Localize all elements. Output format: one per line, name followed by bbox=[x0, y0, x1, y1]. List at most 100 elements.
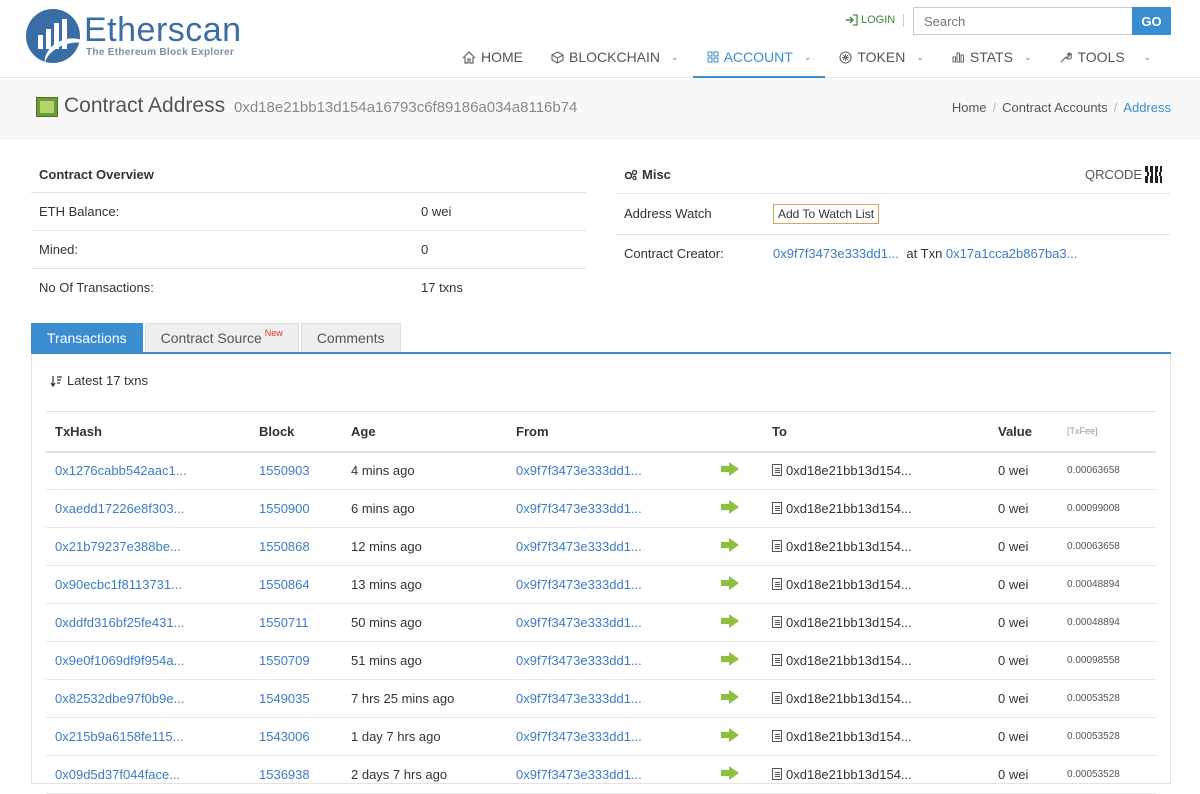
direction-cell bbox=[712, 603, 763, 642]
tab-contract-source[interactable]: Contract Source New bbox=[144, 323, 299, 352]
txhash-link[interactable]: 0xaedd17226e8f303... bbox=[55, 501, 184, 516]
direction-cell bbox=[712, 679, 763, 718]
from-cell: 0x9f7f3473e333dd1... bbox=[507, 603, 712, 642]
txfee-cell: 0.00048894 bbox=[1058, 603, 1156, 642]
col-direction bbox=[712, 411, 763, 453]
from-address-link[interactable]: 0x9f7f3473e333dd1... bbox=[516, 691, 642, 706]
txfee-cell: 0.00098558 bbox=[1058, 641, 1156, 680]
block-link[interactable]: 1550900 bbox=[259, 501, 310, 516]
table-row: 0x1276cabb542aac1... 1550903 4 mins ago 0x9… bbox=[46, 451, 1156, 490]
breadcrumb-home[interactable]: Home bbox=[952, 100, 987, 115]
qrcode-button[interactable]: QRCODE bbox=[1085, 166, 1163, 183]
txhash-link[interactable]: 0x215b9a6158fe115... bbox=[55, 729, 183, 744]
block-link[interactable]: 1550864 bbox=[259, 577, 310, 592]
nav-stats[interactable]: STATS ⌄ bbox=[938, 38, 1046, 76]
to-cell: 0xd18e21bb13d154... bbox=[763, 451, 989, 490]
breadcrumb-contract-accounts[interactable]: Contract Accounts bbox=[1002, 100, 1108, 115]
from-cell: 0x9f7f3473e333dd1... bbox=[507, 641, 712, 680]
block-link[interactable]: 1550711 bbox=[259, 615, 309, 630]
txhash-cell: 0x9e0f1069df9f954a... bbox=[46, 641, 250, 680]
age-cell: 51 mins ago bbox=[342, 641, 507, 680]
nav-home-label: HOME bbox=[481, 49, 523, 65]
nav-blockchain[interactable]: BLOCKCHAIN ⌄ bbox=[537, 38, 693, 76]
etherscan-logo[interactable]: Etherscan The Ethereum Block Explorer bbox=[26, 9, 242, 63]
creator-txn-link[interactable]: 0x17a1cca2b867ba3... bbox=[946, 246, 1078, 261]
block-link[interactable]: 1550868 bbox=[259, 539, 310, 554]
from-address-link[interactable]: 0x9f7f3473e333dd1... bbox=[516, 729, 642, 744]
from-address-link[interactable]: 0x9f7f3473e333dd1... bbox=[516, 463, 642, 478]
login-label: LOGIN bbox=[861, 14, 896, 26]
from-address-link[interactable]: 0x9f7f3473e333dd1... bbox=[516, 615, 642, 630]
txhash-cell: 0x90ecbc1f8113731... bbox=[46, 565, 250, 604]
nav-token-label: TOKEN bbox=[857, 49, 906, 65]
chevron-down-icon: ⌄ bbox=[671, 51, 679, 62]
txhash-link[interactable]: 0x9e0f1069df9f954a... bbox=[55, 653, 184, 668]
from-address-link[interactable]: 0x9f7f3473e333dd1... bbox=[516, 501, 642, 516]
block-cell: 1550864 bbox=[250, 565, 342, 604]
to-address: 0xd18e21bb13d154... bbox=[786, 691, 912, 706]
age-cell: 4 mins ago bbox=[342, 451, 507, 490]
from-address-link[interactable]: 0x9f7f3473e333dd1... bbox=[516, 767, 642, 782]
txhash-link[interactable]: 0x09d5d37f044face... bbox=[55, 767, 180, 782]
token-icon bbox=[839, 50, 852, 64]
from-address-link[interactable]: 0x9f7f3473e333dd1... bbox=[516, 577, 642, 592]
login-link[interactable]: LOGIN bbox=[845, 14, 895, 26]
from-address-link[interactable]: 0x9f7f3473e333dd1... bbox=[516, 653, 642, 668]
value-cell: 0 wei bbox=[989, 603, 1058, 642]
search-input[interactable] bbox=[913, 7, 1133, 35]
age-cell: 13 mins ago bbox=[342, 565, 507, 604]
txhash-cell: 0x21b79237e388be... bbox=[46, 527, 250, 566]
value-cell: 0 wei bbox=[989, 451, 1058, 490]
value-cell: 0 wei bbox=[989, 527, 1058, 566]
to-cell: 0xd18e21bb13d154... bbox=[763, 603, 989, 642]
txfee-cell: 0.00053528 bbox=[1058, 755, 1156, 794]
latest-txns-label: Latest 17 txns bbox=[67, 373, 148, 388]
mined-value: 0 bbox=[421, 242, 429, 257]
nav-account-label: ACCOUNT bbox=[723, 49, 793, 65]
txhash-link[interactable]: 0x21b79237e388be... bbox=[55, 539, 181, 554]
creator-info: 0x9f7f3473e333dd1... at Txn 0x17a1cca2b8… bbox=[773, 246, 1077, 261]
logo-subtitle: The Ethereum Block Explorer bbox=[86, 46, 235, 58]
block-link[interactable]: 1543006 bbox=[259, 729, 310, 744]
block-link[interactable]: 1536938 bbox=[259, 767, 310, 782]
nav-tools-label: TOOLS bbox=[1077, 49, 1125, 65]
balance-value: 0 wei bbox=[421, 204, 452, 219]
txfee-cell: 0.00053528 bbox=[1058, 679, 1156, 718]
search-go-button[interactable]: GO bbox=[1132, 7, 1171, 35]
txhash-link[interactable]: 0x1276cabb542aac1... bbox=[55, 463, 187, 478]
age-cell: 2 days 7 hrs ago bbox=[342, 755, 507, 794]
to-address: 0xd18e21bb13d154... bbox=[786, 577, 912, 592]
nav-token[interactable]: TOKEN ⌄ bbox=[825, 38, 938, 76]
from-cell: 0x9f7f3473e333dd1... bbox=[507, 679, 712, 718]
txhash-link[interactable]: 0xddfd316bf25fe431... bbox=[55, 615, 184, 630]
age-cell: 12 mins ago bbox=[342, 527, 507, 566]
chevron-down-icon: ⌄ bbox=[916, 51, 924, 62]
from-address-link[interactable]: 0x9f7f3473e333dd1... bbox=[516, 539, 642, 554]
nav-tools[interactable]: TOOLS ⌄ bbox=[1045, 38, 1165, 76]
block-link[interactable]: 1549035 bbox=[259, 691, 310, 706]
balance-label: ETH Balance: bbox=[39, 204, 120, 219]
table-row: 0xaedd17226e8f303... 1550900 6 mins ago 0x9… bbox=[46, 489, 1156, 528]
to-address: 0xd18e21bb13d154... bbox=[786, 729, 912, 744]
direction-cell bbox=[712, 717, 763, 756]
col-block: Block bbox=[250, 411, 342, 453]
contract-doc-icon bbox=[772, 730, 782, 742]
tab-comments[interactable]: Comments bbox=[300, 323, 401, 352]
creator-address-link[interactable]: 0x9f7f3473e333dd1... bbox=[773, 246, 899, 261]
block-link[interactable]: 1550903 bbox=[259, 463, 310, 478]
page-title-bar: Contract Address 0xd18e21bb13d154a16793c… bbox=[0, 79, 1200, 139]
txhash-link[interactable]: 0x90ecbc1f8113731... bbox=[55, 577, 182, 592]
block-link[interactable]: 1550709 bbox=[259, 653, 310, 668]
txfee-cell: 0.00099008 bbox=[1058, 489, 1156, 528]
txns-label: No Of Transactions: bbox=[39, 280, 154, 295]
breadcrumb-current: Address bbox=[1123, 100, 1171, 115]
nav-account[interactable]: ACCOUNT ⌄ bbox=[692, 38, 826, 78]
misc-row-creator: Contract Creator: 0x9f7f3473e333dd1... a… bbox=[616, 234, 1170, 272]
from-cell: 0x9f7f3473e333dd1... bbox=[507, 489, 712, 528]
nav-home[interactable]: HOME bbox=[448, 38, 537, 76]
txhash-cell: 0x82532dbe97f0b9e... bbox=[46, 679, 250, 718]
add-to-watch-list-button[interactable]: Add To Watch List bbox=[773, 204, 880, 224]
txhash-link[interactable]: 0x82532dbe97f0b9e... bbox=[55, 691, 184, 706]
tab-transactions[interactable]: Transactions bbox=[31, 323, 143, 352]
txhash-cell: 0x1276cabb542aac1... bbox=[46, 451, 250, 490]
